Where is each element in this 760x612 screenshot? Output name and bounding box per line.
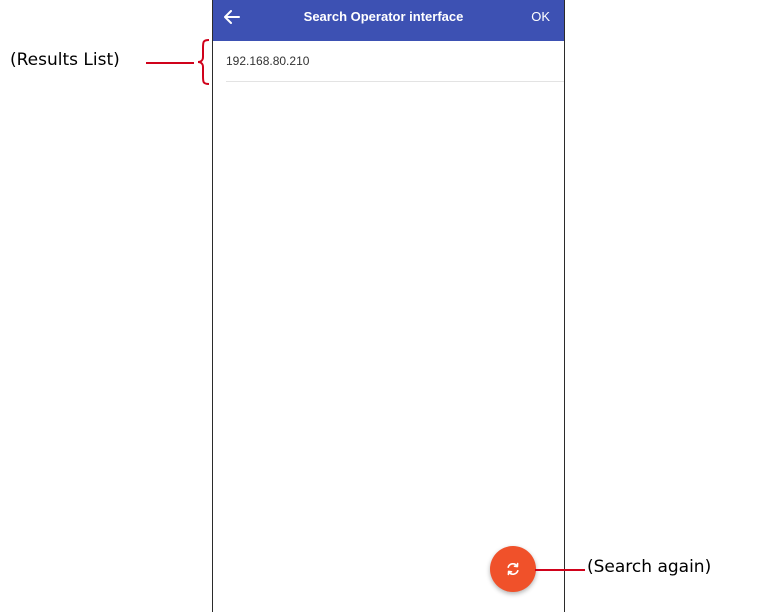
search-again-button[interactable] <box>490 546 536 592</box>
list-item-label: 192.168.80.210 <box>226 54 310 68</box>
results-list-callout-label: (Results List) <box>10 50 120 70</box>
arrow-left-icon <box>224 10 240 24</box>
app-bar: Search Operator interface OK <box>213 0 564 41</box>
list-item[interactable]: 192.168.80.210 <box>226 41 564 82</box>
phone-screen: Search Operator interface OK 192.168.80.… <box>212 0 565 612</box>
ok-button[interactable]: OK <box>531 9 550 24</box>
refresh-icon <box>507 562 519 576</box>
results-list: 192.168.80.210 <box>213 41 564 82</box>
page-title: Search Operator interface <box>303 9 464 24</box>
results-list-callout-line <box>146 62 194 64</box>
search-again-callout-label: (Search again) <box>587 557 712 577</box>
back-button[interactable] <box>217 4 247 30</box>
search-again-callout-line <box>535 569 585 571</box>
results-list-bracket <box>197 39 210 85</box>
